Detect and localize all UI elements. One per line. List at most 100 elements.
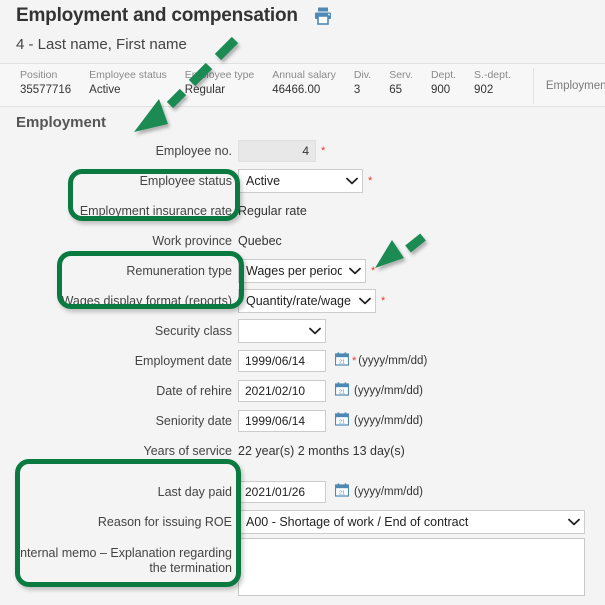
summary-value: 35577716 bbox=[20, 84, 72, 96]
date-of-rehire-input[interactable] bbox=[238, 380, 326, 402]
row-date-of-rehire: Date of rehire 21 (yyyy/mm/dd) bbox=[0, 377, 605, 405]
tab-employment-label: Employment bbox=[545, 80, 605, 92]
row-security-class: Security class bbox=[0, 317, 605, 345]
label-years-of-service: Years of service bbox=[143, 443, 232, 458]
chevron-down-icon bbox=[358, 295, 371, 308]
summary-label: Employee type bbox=[184, 69, 255, 81]
calendar-icon[interactable]: 21 bbox=[334, 482, 350, 502]
employee-no-input[interactable] bbox=[238, 140, 316, 162]
row-last-day-paid: Last day paid 21 (yyyy/mm/dd) bbox=[0, 478, 605, 506]
row-employment-date: Employment date 21 * (yyyy/mm/dd) bbox=[0, 347, 605, 375]
required-marker: * bbox=[321, 145, 326, 157]
ei-rate-value: Regular rate bbox=[238, 204, 307, 218]
row-work-province: Work province Quebec bbox=[0, 227, 605, 255]
row-reason-for-roe: Reason for issuing ROE A00 - Shortage of… bbox=[0, 508, 605, 536]
calendar-icon[interactable]: 21 bbox=[334, 381, 350, 401]
tab-employment[interactable]: Employment bbox=[532, 68, 605, 104]
label-internal-memo: Internal memo – Explanation regarding th… bbox=[0, 538, 238, 576]
svg-text:21: 21 bbox=[339, 419, 345, 425]
summary-label: Position bbox=[20, 69, 58, 81]
row-seniority-date: Seniority date 21 (yyyy/mm/dd) bbox=[0, 407, 605, 435]
summary-label: Div. bbox=[353, 69, 372, 81]
label-security-class: Security class bbox=[154, 323, 232, 338]
svg-text:21: 21 bbox=[339, 490, 345, 496]
wages-display-format-select[interactable]: Quantity/rate/wage bbox=[238, 289, 376, 313]
summary-label: Serv. bbox=[389, 69, 413, 81]
employment-date-input[interactable] bbox=[238, 350, 326, 372]
years-of-service-value: 22 year(s) 2 months 13 day(s) bbox=[238, 444, 405, 458]
summary-cell-employee-type: Employee type Regular bbox=[185, 68, 254, 98]
last-day-paid-input[interactable] bbox=[238, 481, 326, 503]
internal-memo-textarea[interactable] bbox=[238, 538, 585, 596]
seniority-date-input[interactable] bbox=[238, 410, 326, 432]
label-ei-rate: Employment insurance rate bbox=[79, 203, 232, 218]
summary-value: Active bbox=[89, 84, 121, 96]
summary-value: 65 bbox=[389, 84, 402, 96]
required-marker: * bbox=[371, 265, 376, 277]
page-title: Employment and compensation bbox=[16, 5, 298, 26]
chevron-down-icon bbox=[345, 175, 358, 188]
page-header: Employment and compensation 4 - Last nam… bbox=[0, 0, 605, 62]
label-seniority-date: Seniority date bbox=[155, 413, 232, 428]
label-date-of-rehire: Date of rehire bbox=[156, 383, 232, 398]
row-ei-rate: Employment insurance rate Regular rate bbox=[0, 197, 605, 225]
employment-form: Employee no. * Employee status Active * … bbox=[0, 137, 605, 600]
employee-subtitle: 4 - Last name, First name bbox=[16, 36, 187, 53]
summary-label: Employee status bbox=[89, 69, 167, 81]
label-remuneration-type: Remuneration type bbox=[126, 263, 232, 278]
required-marker: * bbox=[368, 175, 373, 187]
title-row: Employment and compensation bbox=[16, 5, 334, 27]
summary-cell-annual-salary: Annual salary 46466.00 bbox=[272, 68, 336, 98]
summary-value: 902 bbox=[474, 84, 494, 96]
svg-text:21: 21 bbox=[339, 359, 345, 365]
summary-cells: Position 35577716 Employee status Active… bbox=[20, 68, 605, 104]
wages-display-format-value: Quantity/rate/wage bbox=[246, 294, 351, 308]
row-employee-status: Employee status Active * bbox=[0, 167, 605, 195]
label-wages-display-format: Wages display format (reports) bbox=[61, 293, 232, 308]
summary-cell-serv: Serv. 65 bbox=[389, 68, 413, 98]
label-work-province: Work province bbox=[152, 233, 232, 248]
label-internal-memo-line1: Internal memo – Explanation regarding bbox=[16, 546, 232, 560]
calendar-icon[interactable]: 21 bbox=[334, 351, 350, 371]
required-marker: * bbox=[352, 355, 357, 367]
row-years-of-service: Years of service 22 year(s) 2 months 13 … bbox=[0, 437, 605, 465]
chevron-down-icon bbox=[567, 516, 580, 529]
label-employment-date: Employment date bbox=[134, 353, 232, 368]
summary-cell-div: Div. 3 bbox=[354, 68, 371, 98]
print-icon[interactable] bbox=[312, 5, 334, 27]
summary-cell-employee-status: Employee status Active bbox=[89, 68, 167, 98]
chevron-down-icon bbox=[348, 265, 361, 278]
employment-date-hint: (yyyy/mm/dd) bbox=[358, 355, 428, 367]
remuneration-type-select[interactable]: Wages per period bbox=[238, 259, 366, 283]
employee-status-select[interactable]: Active bbox=[238, 169, 363, 193]
section-title-employment: Employment bbox=[16, 114, 107, 131]
summary-value: 3 bbox=[353, 84, 361, 96]
reason-for-roe-select[interactable]: A00 - Shortage of work / End of contract bbox=[238, 510, 585, 534]
employee-summary-bar: Position 35577716 Employee status Active… bbox=[0, 63, 605, 107]
label-last-day-paid: Last day paid bbox=[157, 484, 232, 499]
summary-value: 900 bbox=[430, 84, 451, 96]
remuneration-type-value: Wages per period bbox=[246, 264, 342, 278]
summary-cell-position: Position 35577716 bbox=[20, 68, 71, 98]
summary-label: S.-dept. bbox=[474, 69, 511, 81]
seniority-date-hint: (yyyy/mm/dd) bbox=[354, 415, 423, 427]
summary-cell-sub-dept: S.-dept. 902 bbox=[474, 68, 511, 98]
chevron-down-icon bbox=[308, 325, 321, 338]
reason-for-roe-value: A00 - Shortage of work / End of contract bbox=[246, 515, 469, 529]
summary-cell-dept: Dept. 900 bbox=[431, 68, 456, 98]
date-of-rehire-hint: (yyyy/mm/dd) bbox=[354, 385, 423, 397]
label-internal-memo-line2: the termination bbox=[149, 561, 232, 575]
employment-compensation-page: Employment and compensation 4 - Last nam… bbox=[0, 0, 605, 605]
label-reason-for-roe: Reason for issuing ROE bbox=[97, 514, 232, 529]
svg-text:21: 21 bbox=[339, 389, 345, 395]
calendar-icon[interactable]: 21 bbox=[334, 411, 350, 431]
last-day-paid-hint: (yyyy/mm/dd) bbox=[354, 486, 423, 498]
summary-value: Regular bbox=[184, 84, 226, 96]
label-employee-no: Employee no. bbox=[155, 143, 232, 158]
label-employee-status: Employee status bbox=[139, 173, 232, 188]
summary-value: 46466.00 bbox=[272, 84, 321, 96]
row-employee-no: Employee no. * bbox=[0, 137, 605, 165]
summary-label: Dept. bbox=[430, 69, 457, 81]
security-class-select[interactable] bbox=[238, 319, 326, 343]
row-remuneration-type: Remuneration type Wages per period * bbox=[0, 257, 605, 285]
